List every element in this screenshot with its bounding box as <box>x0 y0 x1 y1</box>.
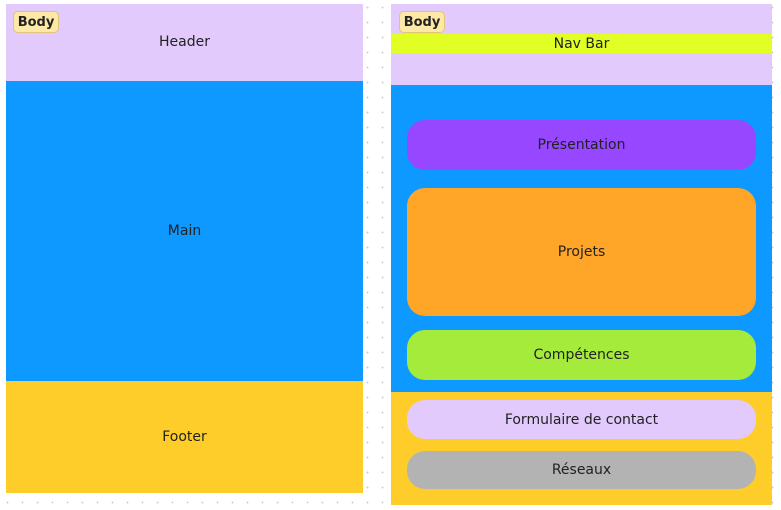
left-footer: Footer <box>6 381 363 493</box>
section-projets: Projets <box>407 188 756 316</box>
navbar: Nav Bar <box>391 34 772 53</box>
presentation-label: Présentation <box>537 137 626 153</box>
competences-label: Compétences <box>533 347 630 363</box>
reseaux: Réseaux <box>407 451 756 489</box>
left-header: Header <box>6 4 363 81</box>
contact-form: Formulaire de contact <box>407 400 756 439</box>
footer-label: Footer <box>162 429 207 445</box>
reseaux-label: Réseaux <box>551 462 612 478</box>
contact-form-label: Formulaire de contact <box>504 411 659 428</box>
section-presentation: Présentation <box>407 120 756 170</box>
navbar-label: Nav Bar <box>553 35 610 52</box>
left-main: Main <box>6 81 363 381</box>
right-body-badge: Body <box>399 11 445 33</box>
header-label: Header <box>159 34 210 50</box>
projets-label: Projets <box>557 244 606 260</box>
main-label: Main <box>167 223 202 239</box>
left-body-badge: Body <box>13 11 59 33</box>
section-competences: Compétences <box>407 330 756 380</box>
